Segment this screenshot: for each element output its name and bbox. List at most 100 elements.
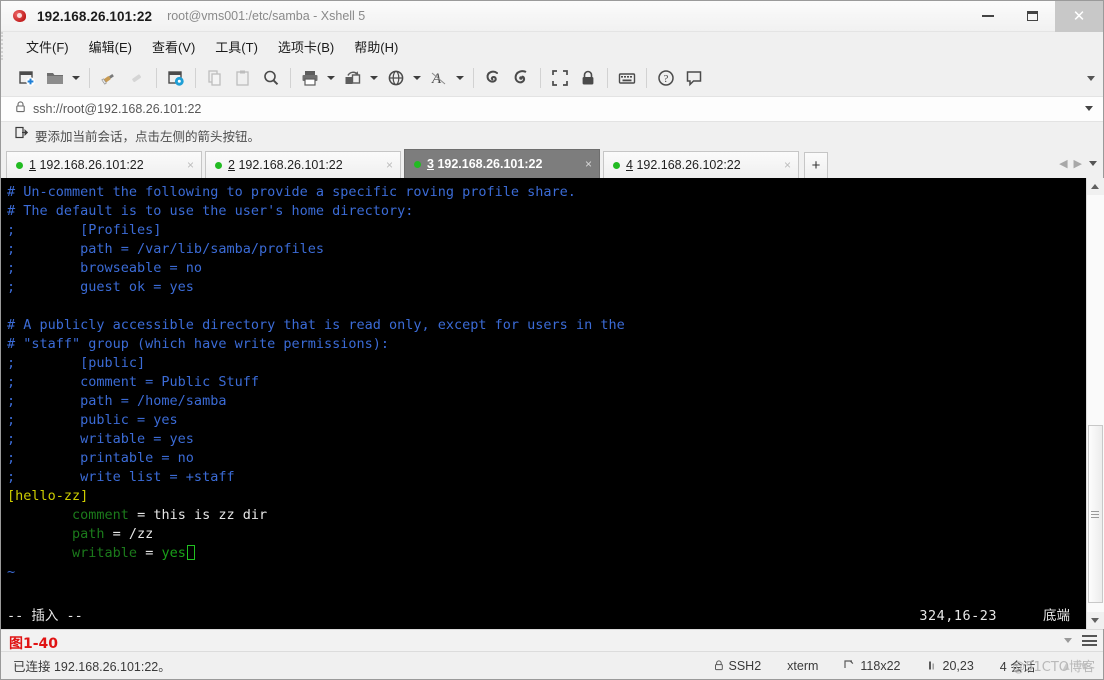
lock-icon[interactable] [574,64,602,92]
terminal-text: # "staff" group (which have write permis… [7,336,390,352]
address-bar[interactable]: ssh://root@192.168.26.101:22 [1,96,1103,122]
site-watermark: @51CTO博客 [1012,660,1095,675]
vim-mode: -- 插入 -- [7,608,83,624]
tab-list-dropdown-icon[interactable] [1085,160,1097,166]
tab-status-dot [414,160,421,168]
copy-icon [201,64,229,92]
terminal-line: ; path = /home/samba [7,392,1086,411]
tab-address: 192.168.26.101:22 [238,158,343,172]
chevron-down-icon[interactable] [1085,106,1093,111]
menu-file[interactable]: 文件(F) [17,34,78,59]
compose-icon[interactable] [507,64,535,92]
terminal-area: # Un-comment the following to provide a … [1,178,1104,629]
notice-bar: 要添加当前会话，点击左侧的箭头按钮。 [1,122,1103,148]
tab-scroll-right-icon[interactable]: ▶ [1071,157,1085,170]
menu-tabs[interactable]: 选项卡(B) [269,34,343,59]
tab-label: 3 192.168.26.101:22 [427,157,542,171]
terminal-text: ; write list = +staff [7,469,235,485]
tab-1[interactable]: 1 192.168.26.101:22 × [6,151,202,178]
close-button[interactable]: ✕ [1055,0,1103,32]
tab-4[interactable]: 4 192.168.26.102:22 × [603,151,799,178]
terminal-text: ; [Profiles] [7,222,162,238]
terminal-text: ; public = yes [7,412,178,428]
close-icon[interactable]: × [383,159,396,171]
terminal-scrollbar[interactable] [1086,178,1104,629]
globe-icon[interactable] [382,64,410,92]
chat-icon[interactable] [680,64,708,92]
terminal-text: ; path = /home/samba [7,393,227,409]
terminal-text: ; browseable = no [7,260,203,276]
font-icon[interactable]: A [425,64,453,92]
toolbar-separator [607,68,608,88]
chevron-down-icon[interactable] [1064,638,1082,643]
terminal-line: [hello-zz] [7,487,1086,506]
scroll-down-arrow-icon[interactable] [1086,612,1104,629]
terminal-text: ; comment = Public Stuff [7,374,259,390]
address-input[interactable]: ssh://root@192.168.26.101:22 [33,102,201,116]
toolbar-separator [646,68,647,88]
keyboard-icon[interactable] [613,64,641,92]
lock-icon [15,100,26,118]
close-icon[interactable]: × [781,159,794,171]
terminal-line: ; write list = +staff [7,468,1086,487]
terminal-text: ; guest ok = yes [7,279,194,295]
terminal-text: writable [72,545,138,561]
scrollbar-thumb[interactable] [1087,425,1103,603]
find-icon[interactable] [257,64,285,92]
vim-position: 324,16-23 [919,608,997,624]
toolbar-overflow-button[interactable] [1087,60,1095,96]
status-terminal-type: xterm [787,658,819,673]
menu-tools[interactable]: 工具(T) [206,34,267,59]
new-session-icon[interactable] [13,64,41,92]
help-icon[interactable]: ? [652,64,680,92]
scrollbar-track[interactable] [1086,195,1104,612]
close-icon[interactable]: × [582,158,595,170]
print-dropdown-icon[interactable] [324,64,337,92]
open-folder-icon[interactable] [41,64,69,92]
tab-3[interactable]: 3 192.168.26.101:22 × [404,149,600,178]
menu-view[interactable]: 查看(V) [143,34,204,59]
menu-edit[interactable]: 编辑(E) [80,34,141,59]
tab-number: 2 [228,158,235,172]
tab-label: 2 192.168.26.101:22 [228,158,343,172]
transfer-dropdown-icon[interactable] [367,64,380,92]
transfer-icon[interactable] [339,64,367,92]
globe-dropdown-icon[interactable] [410,64,423,92]
terminal-text: [hello-zz] [7,488,89,504]
reconnect-icon[interactable] [95,64,123,92]
terminal-line: ; printable = no [7,449,1086,468]
hamburger-menu-icon[interactable] [1082,633,1097,649]
scrollbar-grip [1091,509,1099,520]
new-tab-button[interactable]: + [804,152,828,178]
terminal-cursor [186,545,195,560]
tab-2[interactable]: 2 192.168.26.101:22 × [205,151,401,178]
scroll-up-arrow-icon[interactable] [1086,178,1104,195]
font-dropdown-icon[interactable] [453,64,466,92]
minimize-button[interactable] [965,1,1010,32]
maximize-button[interactable] [1010,1,1055,32]
figure-watermark: 图1-40 [9,636,59,652]
terminal-line: ; [Profiles] [7,221,1086,240]
fullscreen-icon[interactable] [546,64,574,92]
ssh-tunnel-icon[interactable] [479,64,507,92]
toolbar-separator [195,68,196,88]
terminal-line: ; path = /var/lib/samba/profiles [7,240,1086,259]
terminal-text: # A publicly accessible directory that i… [7,317,625,333]
terminal-line: writable = yes [7,544,1086,563]
menu-help[interactable]: 帮助(H) [345,34,407,59]
terminal-text: comment [72,507,129,523]
xshell-icon [11,7,29,25]
toolbar-separator [540,68,541,88]
menu-bar: 文件(F) 编辑(E) 查看(V) 工具(T) 选项卡(B) 帮助(H) [1,32,1103,60]
session-properties-icon[interactable] [162,64,190,92]
terminal-screen[interactable]: # Un-comment the following to provide a … [1,178,1086,629]
terminal-text: = this is zz dir [128,507,268,523]
print-icon[interactable] [296,64,324,92]
close-icon[interactable]: × [184,159,197,171]
tab-scroll-left-icon[interactable]: ◀ [1056,157,1070,170]
open-folder-dropdown-icon[interactable] [69,64,82,92]
add-session-icon [15,126,29,144]
